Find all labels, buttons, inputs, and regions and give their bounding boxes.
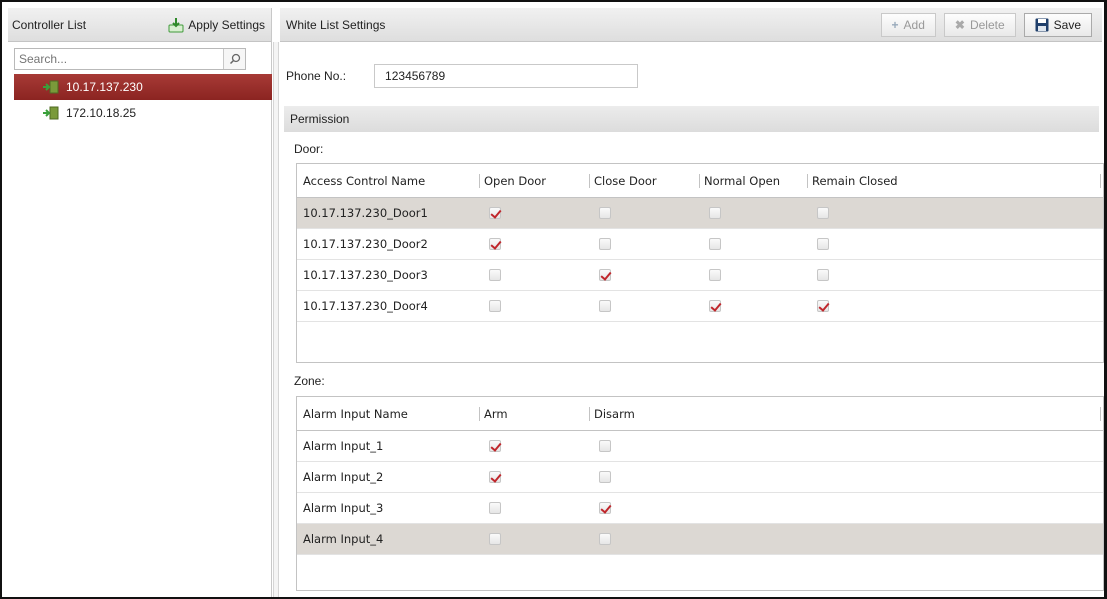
open-door-checkbox[interactable] [489, 207, 501, 219]
phone-input[interactable] [374, 64, 639, 88]
close-door-checkbox[interactable] [599, 269, 611, 281]
save-icon [1035, 18, 1049, 31]
white-list-panel: White List Settings + Add ✖ Delete Save … [280, 8, 1104, 597]
column-header-alarm-input-name: Alarm Input Name [303, 406, 408, 421]
plus-icon: + [891, 17, 899, 32]
table-row[interactable]: 10.17.137.230_Door4 [297, 291, 1103, 322]
delete-icon: ✖ [954, 17, 965, 32]
toolbar: + Add ✖ Delete Save [880, 12, 1092, 37]
save-button[interactable]: Save [1023, 12, 1092, 37]
permission-header: Permission [284, 106, 1099, 132]
save-label: Save [1053, 17, 1081, 32]
door-section-label: Door: [294, 142, 324, 156]
access-controller-icon [43, 80, 59, 94]
open-door-checkbox[interactable] [489, 238, 501, 250]
phone-row: Phone No.: [286, 64, 639, 88]
remain-closed-checkbox[interactable] [817, 300, 829, 312]
arm-checkbox[interactable] [489, 471, 501, 483]
disarm-checkbox[interactable] [599, 440, 611, 452]
table-row[interactable]: 10.17.137.230_Door2 [297, 229, 1103, 260]
normal-open-checkbox[interactable] [709, 300, 721, 312]
column-header-access-control-name: Access Control Name [303, 173, 426, 188]
remain-closed-checkbox[interactable] [817, 207, 829, 219]
normal-open-checkbox[interactable] [709, 238, 721, 250]
disarm-checkbox[interactable] [599, 502, 611, 514]
zone-section-label: Zone: [294, 374, 325, 388]
close-door-checkbox[interactable] [599, 238, 611, 250]
white-list-title: White List Settings [286, 17, 386, 32]
alarm-input-name: Alarm Input_2 [303, 470, 384, 484]
controller-list-header: Controller List Apply Settings [8, 8, 271, 42]
controller-list-title: Controller List [12, 17, 87, 32]
table-row[interactable]: Alarm Input_1 [297, 431, 1103, 462]
close-door-checkbox[interactable] [599, 207, 611, 219]
open-door-checkbox[interactable] [489, 300, 501, 312]
disarm-checkbox[interactable] [599, 533, 611, 545]
column-header-disarm: Disarm [589, 406, 699, 421]
delete-label: Delete [969, 17, 1005, 32]
permission-title: Permission [290, 112, 350, 126]
controller-list-panel: Controller List Apply Settings Search...… [8, 8, 279, 597]
table-header: Access Control Name Open Door Close Door… [297, 164, 1103, 198]
access-controller-icon [43, 106, 59, 120]
normal-open-checkbox[interactable] [709, 269, 721, 281]
apply-settings-icon [168, 17, 184, 32]
normal-open-checkbox[interactable] [709, 207, 721, 219]
remain-closed-checkbox[interactable] [817, 269, 829, 281]
add-button[interactable]: + Add [880, 12, 936, 37]
device-item-172-10-18-25[interactable]: 172.10.18.25 [14, 100, 272, 126]
white-list-header: White List Settings + Add ✖ Delete Save [280, 8, 1102, 42]
disarm-checkbox[interactable] [599, 471, 611, 483]
column-header-close-door: Close Door [589, 173, 699, 188]
arm-checkbox[interactable] [489, 440, 501, 452]
arm-checkbox[interactable] [489, 533, 501, 545]
close-door-checkbox[interactable] [599, 300, 611, 312]
apply-settings-label: Apply Settings [188, 17, 265, 32]
column-header-remain-closed: Remain Closed [807, 173, 927, 188]
device-label: 10.17.137.230 [66, 80, 143, 94]
table-row[interactable]: Alarm Input_4 [297, 524, 1103, 555]
search-box [14, 48, 246, 70]
table-header: Alarm Input Name Arm Disarm [297, 397, 1103, 431]
door-name: 10.17.137.230_Door2 [303, 237, 428, 251]
device-tree: 10.17.137.230 172.10.18.25 [14, 74, 272, 126]
door-name: 10.17.137.230_Door4 [303, 299, 428, 313]
apply-settings-button[interactable]: Apply Settings [164, 12, 271, 38]
device-item-10-17-137-230[interactable]: 10.17.137.230 [14, 74, 272, 100]
column-header-normal-open: Normal Open [699, 173, 807, 188]
column-header-open-door: Open Door [479, 173, 589, 188]
search-button[interactable] [223, 49, 245, 69]
remain-closed-checkbox[interactable] [817, 238, 829, 250]
alarm-input-name: Alarm Input_3 [303, 501, 384, 515]
delete-button[interactable]: ✖ Delete [943, 12, 1016, 37]
app-window: Controller List Apply Settings Search...… [0, 0, 1107, 599]
search-input[interactable] [15, 49, 223, 69]
open-door-checkbox[interactable] [489, 269, 501, 281]
table-row[interactable]: Alarm Input_2 [297, 462, 1103, 493]
search-icon [229, 53, 240, 65]
arm-checkbox[interactable] [489, 502, 501, 514]
splitter-handle[interactable] [273, 42, 279, 597]
add-label: Add [903, 17, 925, 32]
table-row[interactable]: 10.17.137.230_Door1 [297, 198, 1103, 229]
table-row[interactable]: 10.17.137.230_Door3 [297, 260, 1103, 291]
door-permission-table: Access Control Name Open Door Close Door… [296, 163, 1104, 363]
header-end-divider [1100, 174, 1101, 188]
column-header-arm: Arm [479, 406, 589, 421]
door-name: 10.17.137.230_Door3 [303, 268, 428, 282]
table-row[interactable]: Alarm Input_3 [297, 493, 1103, 524]
phone-label: Phone No.: [286, 69, 347, 83]
door-name: 10.17.137.230_Door1 [303, 206, 428, 220]
alarm-input-name: Alarm Input_1 [303, 439, 384, 453]
zone-permission-table: Alarm Input Name Arm Disarm Alarm Input_… [296, 396, 1104, 591]
alarm-input-name: Alarm Input_4 [303, 532, 384, 546]
header-end-divider [1100, 407, 1101, 421]
device-label: 172.10.18.25 [66, 106, 137, 120]
